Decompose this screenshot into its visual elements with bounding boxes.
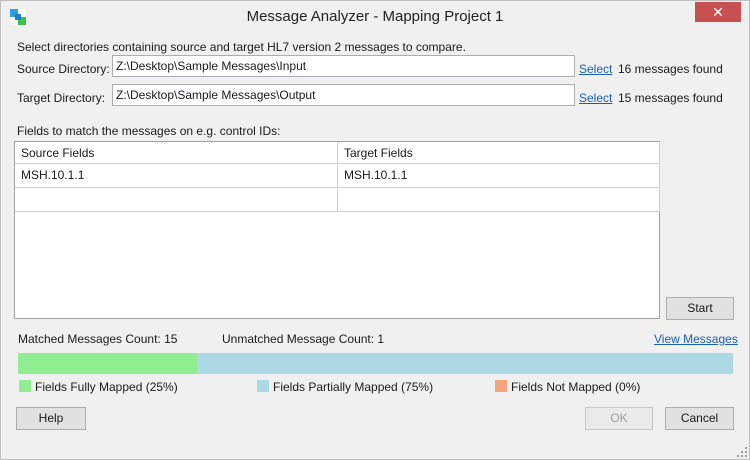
window-title: Message Analyzer - Mapping Project 1 [246, 8, 504, 25]
title-bar: Message Analyzer - Mapping Project 1 ✕ [1, 1, 749, 33]
target-directory-input[interactable] [112, 84, 575, 106]
not-mapped-legend: Fields Not Mapped (0%) [511, 380, 641, 394]
target-select-link[interactable]: Select [579, 91, 612, 105]
fully-mapped-swatch [19, 380, 31, 392]
grid-header: Source Fields Target Fields [15, 142, 660, 164]
target-field-cell[interactable]: MSH.10.1.1 [338, 164, 660, 188]
unmatched-count: Unmatched Message Count: 1 [222, 332, 385, 346]
source-directory-label: Source Directory: [17, 62, 110, 76]
view-messages-link[interactable]: View Messages [654, 332, 738, 346]
cancel-button[interactable]: Cancel [665, 407, 734, 430]
partially-mapped-swatch [257, 380, 269, 392]
target-found-count: 15 messages found [618, 91, 723, 105]
target-field-cell[interactable] [338, 188, 660, 212]
source-field-cell[interactable]: MSH.10.1.1 [15, 164, 338, 188]
field-mapping-grid[interactable]: Source Fields Target Fields MSH.10.1.1 M… [14, 141, 660, 319]
dialog-body: Select directories containing source and… [8, 33, 742, 454]
help-button[interactable]: Help [16, 407, 86, 430]
start-button[interactable]: Start [666, 297, 734, 320]
source-field-cell[interactable] [15, 188, 338, 212]
close-button[interactable]: ✕ [695, 2, 741, 22]
not-mapped-swatch [495, 380, 507, 392]
fully-mapped-fill [18, 353, 197, 374]
intro-text: Select directories containing source and… [17, 40, 466, 54]
fully-mapped-legend: Fields Fully Mapped (25%) [35, 380, 178, 394]
source-select-link[interactable]: Select [579, 62, 612, 76]
source-found-count: 16 messages found [618, 62, 723, 76]
source-fields-header[interactable]: Source Fields [15, 142, 338, 164]
partially-mapped-legend: Fields Partially Mapped (75%) [273, 380, 434, 394]
source-directory-input[interactable] [112, 55, 575, 77]
target-directory-label: Target Directory: [17, 91, 106, 105]
ok-button[interactable]: OK [585, 407, 653, 430]
target-fields-header[interactable]: Target Fields [338, 142, 660, 164]
mapping-progress-bar [18, 353, 733, 374]
matched-count: Matched Messages Count: 15 [18, 332, 178, 346]
message-analyzer-window: Message Analyzer - Mapping Project 1 ✕ S… [0, 0, 750, 460]
resize-grip-icon[interactable] [737, 447, 747, 457]
fields-caption: Fields to match the messages on e.g. con… [17, 124, 281, 138]
